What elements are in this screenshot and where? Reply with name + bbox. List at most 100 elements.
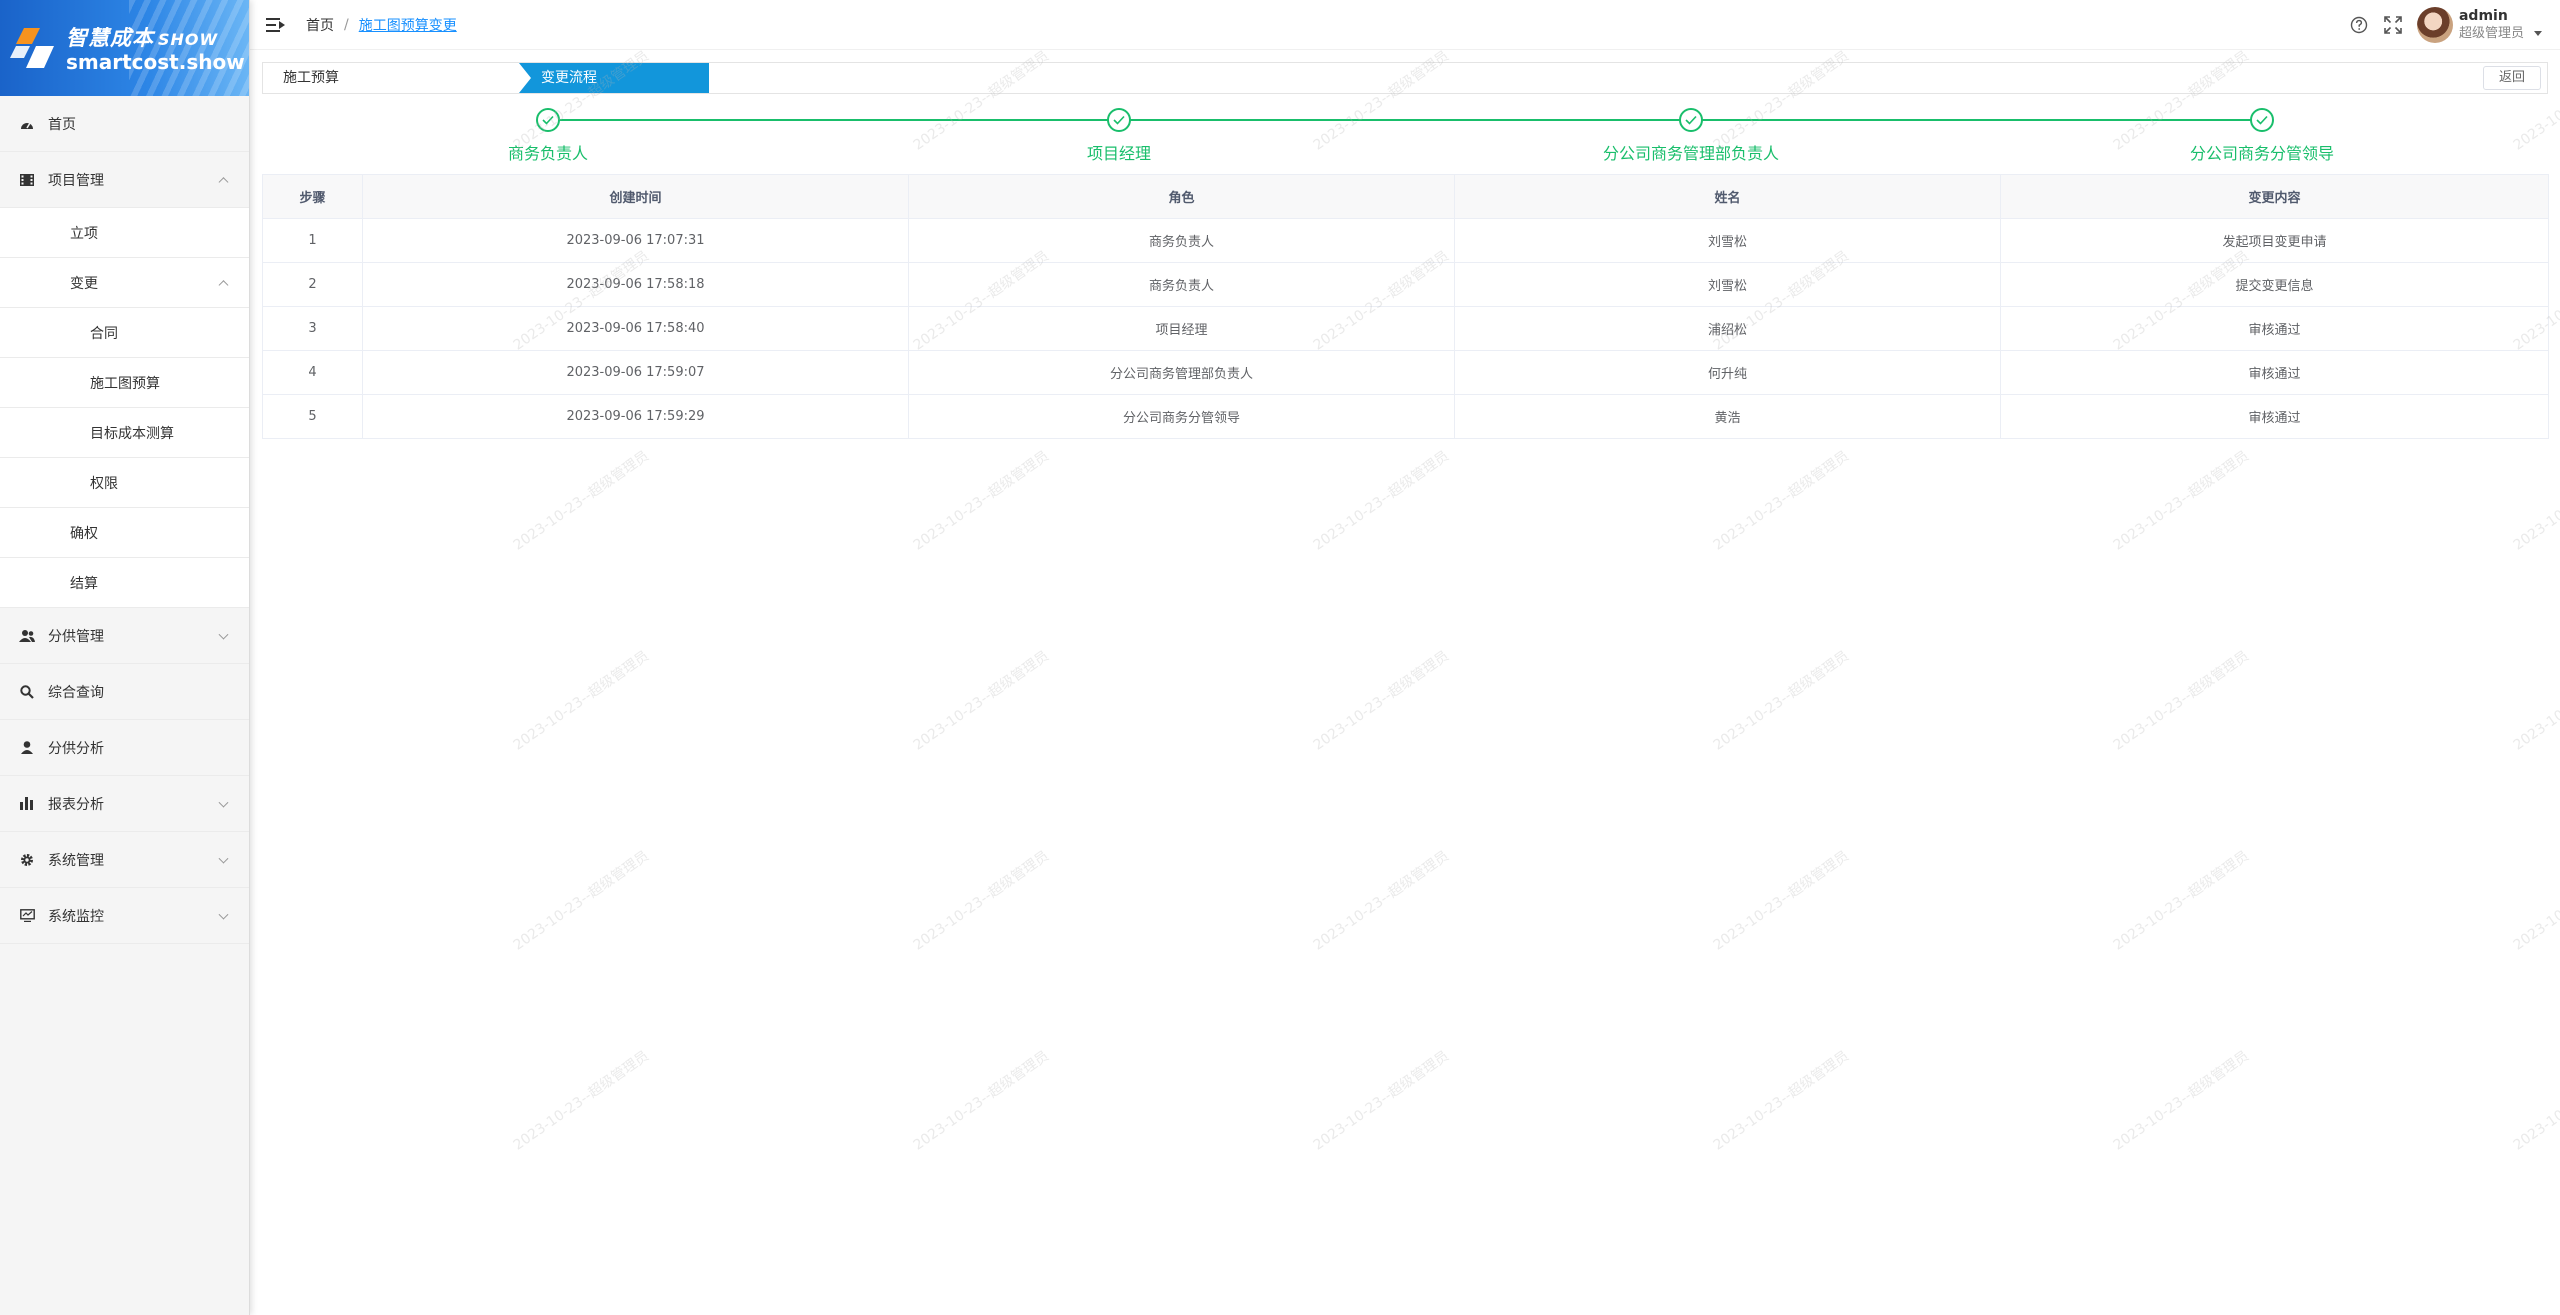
user-name: admin	[2458, 8, 2508, 24]
sidebar-item-label: 立项	[70, 225, 98, 242]
cell-role: 分公司商务分管领导	[908, 394, 1455, 439]
breadcrumb-separator: /	[344, 16, 349, 33]
cell-role: 分公司商务管理部负责人	[908, 350, 1455, 395]
cell-role: 商务负责人	[908, 218, 1455, 263]
watermark-text: 2023-10-23--超级管理员	[1710, 1047, 1853, 1154]
sidebar-item-label: 目标成本测算	[90, 425, 174, 442]
check-icon	[2250, 108, 2274, 132]
watermark-text: 2023-10-23--超级管理员	[2110, 1047, 2253, 1154]
cell-name: 何升纯	[1454, 350, 2001, 395]
watermark-text: 2023-10-23--超级管理员	[910, 847, 1053, 954]
cell-step: 1	[262, 218, 363, 263]
fullscreen-icon[interactable]	[2383, 15, 2403, 35]
check-icon	[536, 108, 560, 132]
cell-change-content: 审核通过	[2000, 306, 2549, 351]
sidebar-item-home[interactable]: 首页	[0, 96, 249, 152]
table-row: 2 2023-09-06 17:58:18 商务负责人 刘雪松 提交变更信息	[262, 262, 2549, 307]
approval-steps: 商务负责人 项目经理 分公司商务管理部负责人 分公司商务分管领导	[262, 100, 2548, 170]
sidebar-item-settlement[interactable]: 结算	[0, 558, 249, 608]
watermark-text: 2023-10-23--超级管理员	[2510, 447, 2560, 554]
chevron-down-icon	[218, 853, 229, 864]
sidebar-item-change[interactable]: 变更	[0, 258, 249, 308]
user-info[interactable]: admin 超级管理员	[2459, 8, 2524, 42]
column-header: 姓名	[1454, 174, 2001, 219]
watermark-text: 2023-10-23--超级管理员	[1310, 447, 1453, 554]
sidebar-item-report-analysis[interactable]: 报表分析	[0, 776, 249, 832]
cell-created-time: 2023-09-06 17:58:40	[362, 306, 909, 351]
cell-step: 2	[262, 262, 363, 307]
back-button[interactable]: 返回	[2483, 66, 2541, 90]
watermark-text: 2023-10-23--超级管理员	[250, 447, 253, 554]
sidebar-item-confirm-rights[interactable]: 确权	[0, 508, 249, 558]
brand-domain: smartcost.show	[66, 50, 245, 74]
breadcrumb-home[interactable]: 首页	[306, 15, 334, 35]
breadcrumb-current[interactable]: 施工图预算变更	[359, 15, 457, 35]
brand-name-cn: 智慧成本 SHOW	[66, 26, 219, 50]
sidebar-item-supplier-management[interactable]: 分供管理	[0, 608, 249, 664]
sidebar-item-construction-budget[interactable]: 施工图预算	[0, 358, 249, 408]
cell-step: 3	[262, 306, 363, 351]
watermark-text: 2023-10-23--超级管理员	[910, 1047, 1053, 1154]
column-header: 步骤	[262, 174, 363, 219]
cell-name: 刘雪松	[1454, 262, 2001, 307]
cell-change-content: 提交变更信息	[2000, 262, 2549, 307]
logo-mark-icon	[10, 28, 54, 68]
watermark-text: 2023-10-23--超级管理员	[1310, 1047, 1453, 1154]
dashboard-icon	[18, 116, 36, 132]
cell-change-content: 审核通过	[2000, 350, 2549, 395]
sidebar-item-label: 分供分析	[48, 740, 104, 757]
sidebar-item-label: 结算	[70, 575, 98, 592]
help-icon[interactable]	[2349, 15, 2369, 35]
table-row: 3 2023-09-06 17:58:40 项目经理 浦绍松 审核通过	[262, 306, 2549, 351]
watermark-text: 2023-10-23--超级管理员	[250, 247, 253, 354]
column-header: 角色	[908, 174, 1455, 219]
step-2: 项目经理	[989, 108, 1249, 164]
sidebar-item-contract[interactable]: 合同	[0, 308, 249, 358]
watermark-text: 2023-10-23--超级管理员	[1710, 647, 1853, 754]
sidebar-item-label: 变更	[70, 275, 98, 292]
chevron-down-icon	[218, 797, 229, 808]
bar-chart-icon	[18, 796, 36, 812]
sidebar-item-supplier-analysis[interactable]: 分供分析	[0, 720, 249, 776]
menu-toggle-icon[interactable]	[266, 17, 285, 32]
sidebar-item-permission[interactable]: 权限	[0, 458, 249, 508]
watermark-text: 2023-10-23--超级管理员	[510, 847, 653, 954]
sidebar-item-target-cost[interactable]: 目标成本测算	[0, 408, 249, 458]
step-title: 项目经理	[1086, 144, 1151, 163]
watermark-text: 2023-10-23--超级管理员	[1310, 647, 1453, 754]
cell-created-time: 2023-09-06 17:59:07	[362, 350, 909, 395]
sidebar-item-label: 项目管理	[48, 172, 104, 189]
table-row: 5 2023-09-06 17:59:29 分公司商务分管领导 黄浩 审核通过	[262, 394, 2549, 439]
watermark-text: 2023-10-23--超级管理员	[1710, 847, 1853, 954]
avatar[interactable]	[2416, 7, 2453, 43]
step-3: 分公司商务管理部负责人	[1561, 108, 1821, 164]
sidebar-item-label: 系统监控	[48, 908, 104, 925]
watermark-text: 2023-10-23--超级管理员	[510, 1047, 653, 1154]
sidebar-menu: 首页 项目管理 立项 变更 合同 施工图预算 目标成本测算 权限 确权 结算 分…	[0, 96, 249, 944]
sidebar-item-system-monitor[interactable]: 系统监控	[0, 888, 249, 944]
watermark-text: 2023-10-23--超级管理员	[250, 847, 253, 954]
watermark-text: 2023-10-23--超级管理员	[2510, 647, 2560, 754]
check-icon	[1679, 108, 1703, 132]
table-header-row: 步骤 创建时间 角色 姓名 变更内容	[262, 174, 2549, 219]
sidebar-item-label: 首页	[48, 116, 76, 133]
sidebar-item-query[interactable]: 综合查询	[0, 664, 249, 720]
caret-down-icon[interactable]	[2534, 30, 2542, 36]
chevron-down-icon	[218, 909, 229, 920]
step-4: 分公司商务分管领导	[2132, 108, 2392, 164]
sidebar-item-project-management[interactable]: 项目管理	[0, 152, 249, 208]
watermark-text: 2023-10-23--超级管理员	[2110, 647, 2253, 754]
users-icon	[18, 628, 36, 644]
watermark-text: 2023-10-23--超级管理员	[910, 647, 1053, 754]
watermark-text: 2023-10-23--超级管理员	[250, 1047, 253, 1154]
watermark-text: 2023-10-23--超级管理员	[250, 647, 253, 754]
tab-change-flow[interactable]: 变更流程	[519, 63, 709, 93]
sidebar-item-label: 报表分析	[48, 796, 104, 813]
tab-construction-budget[interactable]: 施工预算	[263, 63, 519, 93]
flow-table: 步骤 创建时间 角色 姓名 变更内容 1 2023-09-06 17:07:31…	[262, 174, 2549, 439]
top-header: 首页 / 施工图预算变更 admin 超级管理员	[250, 0, 2560, 50]
sidebar-item-initiation[interactable]: 立项	[0, 208, 249, 258]
sidebar-item-system-management[interactable]: 系统管理	[0, 832, 249, 888]
sidebar-item-label: 分供管理	[48, 628, 104, 645]
brand-logo[interactable]: 智慧成本 SHOW smartcost.show	[0, 0, 249, 96]
